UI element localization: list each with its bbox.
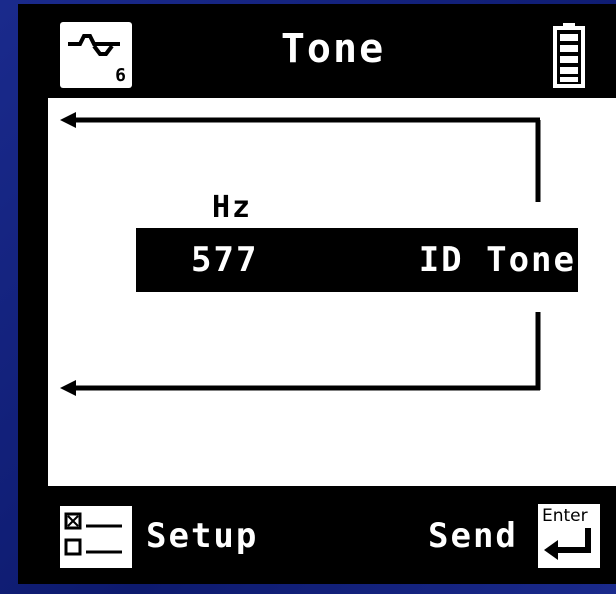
setup-checklist-icon[interactable] [60, 506, 132, 568]
tone-selection-row[interactable]: 577 ID Tone [136, 228, 578, 292]
setup-softkey[interactable]: Setup [146, 516, 258, 556]
battery-full-icon [553, 22, 585, 88]
frequency-unit-label: Hz [212, 190, 253, 225]
frequency-value: 577 [191, 240, 259, 280]
sine-wave-mode-icon[interactable]: 6 [60, 22, 132, 88]
title-bar: 6 Tone [48, 12, 616, 98]
enter-key-icon[interactable]: Enter [538, 504, 600, 568]
bottom-arrow-line [60, 312, 541, 396]
device-screen: 6 Tone Hz 577 ID Tone Setup Send Enter [48, 12, 616, 582]
mode-number: 6 [115, 65, 126, 86]
softkey-bar: Setup Send Enter [48, 486, 616, 582]
tester-device: 6 Tone Hz 577 ID Tone Setup Send Enter [18, 4, 616, 584]
tone-path-diagram [60, 112, 541, 396]
top-arrow-line [60, 112, 541, 202]
send-softkey[interactable]: Send [428, 516, 518, 556]
tone-type-value: ID Tone [418, 240, 576, 280]
main-content: Hz 577 ID Tone [48, 98, 616, 486]
page-title: Tone [280, 26, 386, 72]
